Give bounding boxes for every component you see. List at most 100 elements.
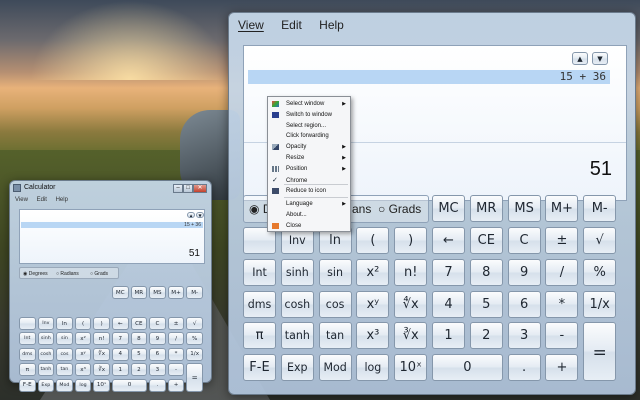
key-cube-button[interactable]: x³ [356,322,390,350]
history-down-button[interactable]: ▼ [592,52,608,65]
radio-degrees[interactable]: ◉ Degrees [23,271,48,277]
key-cube-button[interactable]: x³ [74,363,92,377]
key-2-button[interactable]: 2 [469,322,503,350]
key-yroot-button[interactable]: ∜x [394,290,428,318]
key-negate-button[interactable]: ± [167,317,185,330]
key-int-button[interactable]: Int [19,332,36,346]
key-8-button[interactable]: 8 [130,332,148,346]
menu-item-switch-to-window[interactable]: Switch to window [268,110,350,121]
key-backspace-button[interactable]: ← [112,317,129,330]
key-cosh-button[interactable]: cosh [280,290,314,318]
key-exp-button[interactable]: Exp [280,354,314,382]
menu-edit[interactable]: Edit [281,18,302,32]
menu-help[interactable]: Help [56,197,68,203]
maximize-button[interactable]: □ [183,184,193,193]
key-sin-button[interactable]: sin [318,258,352,286]
key-ce-button[interactable]: CE [130,317,148,330]
menu-item-select-window[interactable]: Select window ▶ [268,99,350,110]
key-reciprocal-button[interactable]: 1/x [186,347,203,361]
menu-item-opacity[interactable]: Opacity ▶ [268,142,350,153]
memory-m-button[interactable]: M+ [545,195,579,222]
key-negate-button[interactable]: ± [545,227,579,254]
key-0-button[interactable]: 0 [112,378,148,392]
key-multiply-button[interactable]: * [167,347,185,361]
key-minus-button[interactable]: - [545,322,579,350]
key-sqrt-button[interactable]: √ [583,227,617,254]
key-9-button[interactable]: 9 [149,332,166,346]
key-decimal-button[interactable]: . [507,354,541,382]
key-1-button[interactable]: 1 [112,363,129,377]
menu-item-resize[interactable]: Resize ▶ [268,153,350,164]
key-7-button[interactable]: 7 [432,258,465,286]
menu-view[interactable]: View [238,18,264,32]
key-6-button[interactable]: 6 [149,347,166,361]
minimize-button[interactable]: – [173,184,183,193]
memory-mr-button[interactable]: MR [130,286,148,299]
key-c-button[interactable]: C [149,317,166,330]
key-square-button[interactable]: x² [356,258,390,286]
menu-item-reduce-to-icon[interactable]: Reduce to icon [268,186,350,197]
blank-button[interactable] [19,317,36,330]
key-power-button[interactable]: xʸ [356,290,390,318]
key-c-button[interactable]: C [507,227,541,254]
menu-help[interactable]: Help [319,18,344,32]
key-inv-button[interactable]: Inv [37,317,55,330]
memory-m-button[interactable]: M+ [167,286,185,299]
key-tanh-button[interactable]: tanh [280,322,314,350]
menu-item-select-region[interactable]: Select region... [268,121,350,132]
radio-grads[interactable]: ○ Grads [378,202,421,216]
radio-grads[interactable]: ○ Grads [90,271,108,277]
key-cos-button[interactable]: cos [318,290,352,318]
key-open-paren-button[interactable]: ( [356,227,390,254]
key-sqrt-button[interactable]: √ [186,317,203,330]
memory-m-button[interactable]: M- [583,195,617,222]
key-power-button[interactable]: xʸ [74,347,92,361]
key-close-paren-button[interactable]: ) [394,227,428,254]
key-square-button[interactable]: x² [74,332,92,346]
key-factorial-button[interactable]: n! [93,332,110,346]
key-minus-button[interactable]: - [167,363,185,377]
key-pow10-button[interactable]: 10ˣ [394,354,428,382]
key-pi-button[interactable]: π [19,363,36,377]
key-ce-button[interactable]: CE [469,227,503,254]
memory-mc-button[interactable]: MC [432,195,465,222]
key-f-e-button[interactable]: F-E [243,354,276,382]
key-4-button[interactable]: 4 [112,347,129,361]
key-sinh-button[interactable]: sinh [280,258,314,286]
key-dms-button[interactable]: dms [19,347,36,361]
key-mod-button[interactable]: Mod [56,378,73,392]
radio-radians[interactable]: ○ Radians [56,271,79,277]
memory-mc-button[interactable]: MC [112,286,129,299]
key-tan-button[interactable]: tan [318,322,352,350]
key-backspace-button[interactable]: ← [432,227,465,254]
key-plus-button[interactable]: + [545,354,579,382]
key-reciprocal-button[interactable]: 1/x [583,290,617,318]
key-close-paren-button[interactable]: ) [93,317,110,330]
key-multiply-button[interactable]: * [545,290,579,318]
label-radians-partial[interactable]: ans [352,202,371,216]
key-f-e-button[interactable]: F-E [19,378,36,392]
key-plus-button[interactable]: + [167,378,185,392]
menu-item-about[interactable]: About... [268,210,350,221]
menu-item-click-forwarding[interactable]: Click forwarding [268,131,350,142]
key-sin-button[interactable]: sin [56,332,73,346]
key-decimal-button[interactable]: . [149,378,166,392]
key-pow10-button[interactable]: 10ˣ [93,378,110,392]
history-down-button[interactable]: ▼ [196,212,204,218]
menu-edit[interactable]: Edit [37,197,47,203]
key-ln-button[interactable]: ln [56,317,73,330]
close-button[interactable]: ✕ [193,184,207,193]
key-equals-button[interactable]: = [186,363,203,392]
menu-item-close[interactable]: Close [268,221,350,232]
key-divide-button[interactable]: / [167,332,185,346]
key-dms-button[interactable]: dms [243,290,276,318]
key-tanh-button[interactable]: tanh [37,363,55,377]
key-equals-button[interactable]: = [583,322,617,382]
key-cos-button[interactable]: cos [56,347,73,361]
key-6-button[interactable]: 6 [507,290,541,318]
key-tan-button[interactable]: tan [56,363,73,377]
key-3-button[interactable]: 3 [507,322,541,350]
key-percent-button[interactable]: % [186,332,203,346]
history-up-button[interactable]: ▲ [187,212,195,218]
key-sinh-button[interactable]: sinh [37,332,55,346]
